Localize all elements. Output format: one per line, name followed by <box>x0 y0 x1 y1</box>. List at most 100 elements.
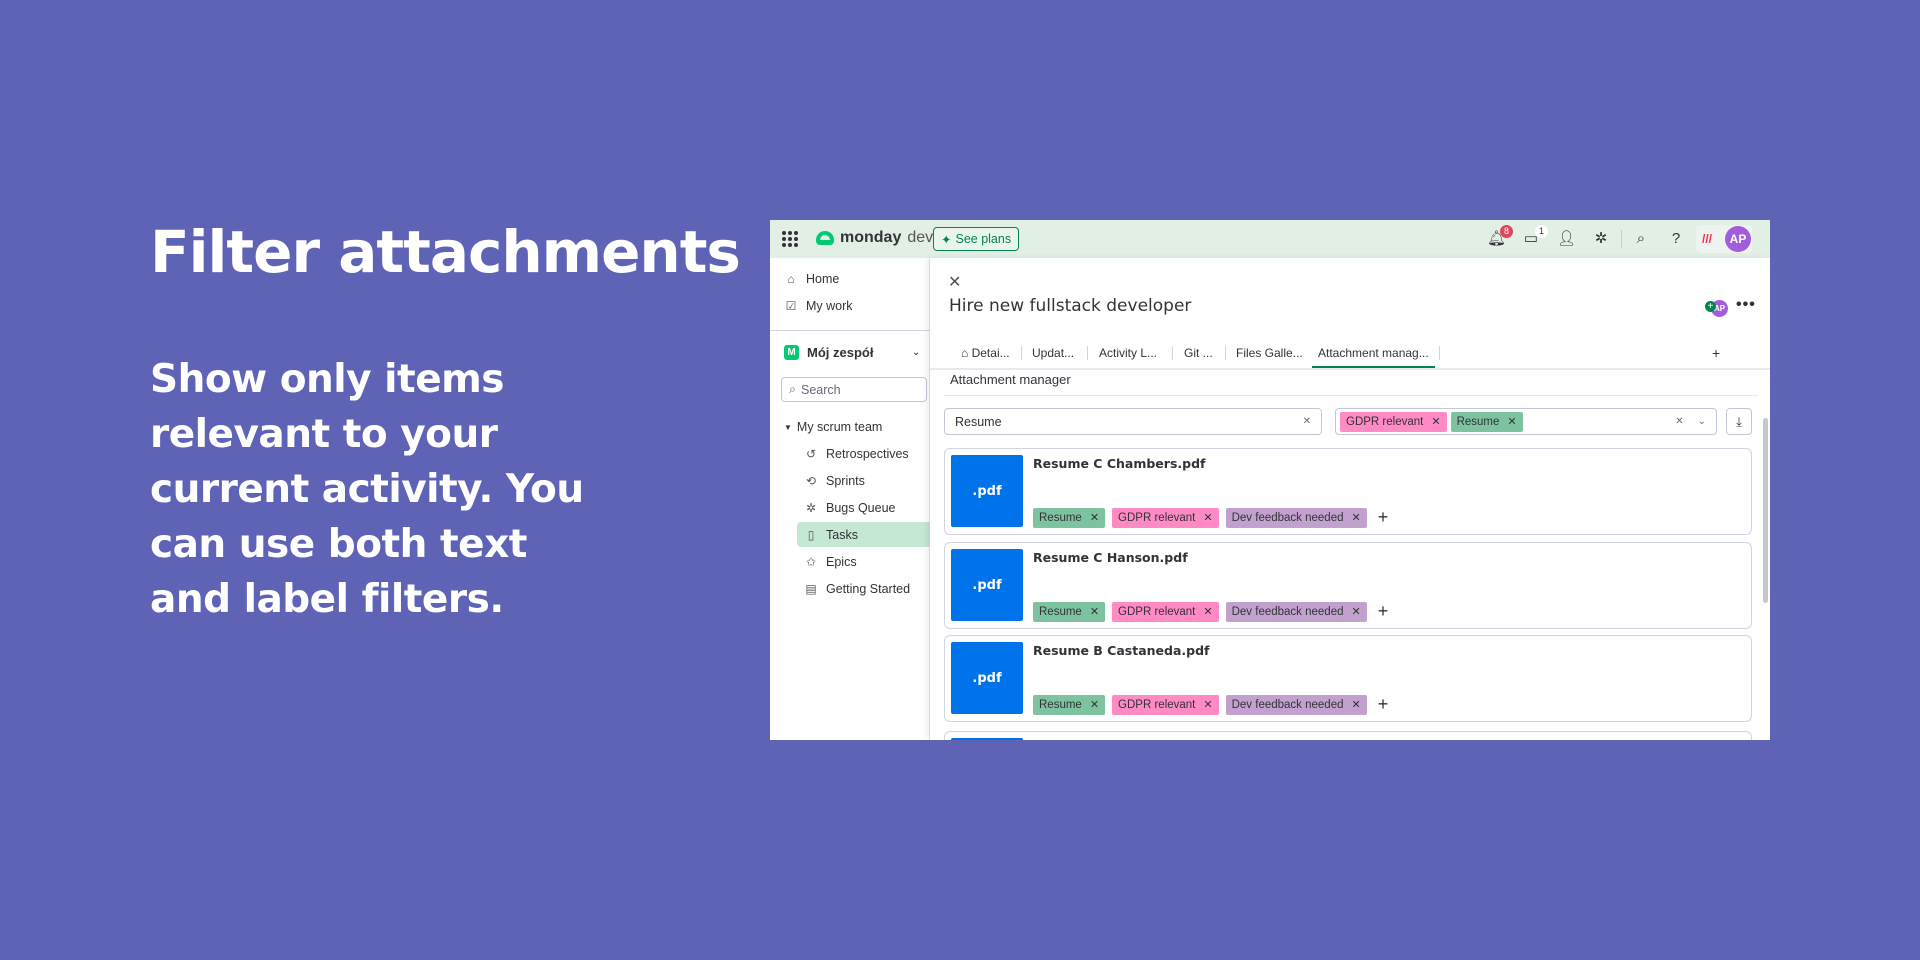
item-label: Retrospectives <box>826 447 909 461</box>
remove-icon[interactable]: ✕ <box>1352 698 1361 711</box>
tag-label: Dev feedback needed <box>1231 511 1344 524</box>
remove-icon[interactable]: ✕ <box>1431 415 1440 428</box>
workspace-selector[interactable]: M Mój zespół <box>784 345 873 360</box>
inbox-icon[interactable]: ▭ 1 <box>1522 225 1548 248</box>
file-thumbnail[interactable]: .pdf <box>951 549 1023 621</box>
add-tab-button[interactable]: + <box>1706 338 1726 368</box>
remove-icon[interactable]: ✕ <box>1203 511 1212 524</box>
home-label: Home <box>806 272 840 286</box>
download-button[interactable]: ⤓ <box>1726 408 1752 435</box>
divider <box>1225 346 1226 360</box>
search-icon: ⌕ <box>789 382 797 396</box>
chip-label: Resume <box>1456 415 1500 428</box>
hero-body: Show only items relevant to your current… <box>150 357 584 622</box>
doc-icon: ▤ <box>805 582 817 596</box>
file-tag[interactable]: Resume ✕ <box>1033 694 1106 715</box>
sidebar-home[interactable]: ⌂ Home <box>784 272 839 286</box>
file-tag[interactable]: GDPR relevant ✕ <box>1112 601 1219 622</box>
sidebar-item-tasks[interactable]: ▯ Tasks <box>804 528 858 542</box>
tab-activity-log[interactable]: Activity L... <box>1093 338 1163 368</box>
file-card[interactable]: .pdf Resume C Chambers.pdf Resume ✕ GDPR re… <box>944 448 1752 535</box>
remove-icon[interactable]: ✕ <box>1203 605 1212 618</box>
tab-updates[interactable]: Updat... <box>1026 338 1080 368</box>
file-card[interactable]: .pdf Resume B Castaneda.pdf Resume ✕ GDPR r… <box>944 635 1752 722</box>
remove-icon[interactable]: ✕ <box>1507 415 1516 428</box>
file-tag[interactable]: GDPR relevant ✕ <box>1112 507 1219 528</box>
tab-files-gallery[interactable]: Files Galle... <box>1230 338 1309 368</box>
add-tag-icon[interactable]: + <box>1378 694 1389 715</box>
file-name[interactable]: Resume C Hanson.pdf <box>1033 550 1188 565</box>
file-tag[interactable]: Resume ✕ <box>1033 507 1106 528</box>
caret-down-icon: ▼ <box>784 422 792 432</box>
tabs-divider <box>930 368 1770 370</box>
add-subscriber-icon[interactable]: + <box>1705 301 1716 312</box>
calendar-check-icon: ☑ <box>785 299 797 313</box>
folder-my-scrum-team[interactable]: ▼ My scrum team <box>784 420 882 434</box>
sidebar-item-bugs-queue[interactable]: ✲ Bugs Queue <box>804 501 896 515</box>
brand-suffix: dev <box>907 229 934 246</box>
see-plans-button[interactable]: ✦ See plans <box>933 227 1020 251</box>
label-filter-select[interactable]: GDPR relevant ✕ Resume ✕ ✕ ⌄ <box>1335 408 1717 435</box>
text-filter-input[interactable]: Resume ✕ <box>944 408 1322 435</box>
invite-user-icon[interactable]: 👤︎ <box>1557 230 1576 248</box>
remove-icon[interactable]: ✕ <box>1090 698 1099 711</box>
remove-icon[interactable]: ✕ <box>1352 605 1361 618</box>
remove-icon[interactable]: ✕ <box>1203 698 1212 711</box>
divider <box>1021 346 1022 360</box>
sidebar-search-input[interactable]: ⌕ Search <box>781 377 927 402</box>
sidebar-item-retrospectives[interactable]: ↺ Retrospectives <box>804 447 909 461</box>
logo[interactable]: monday dev <box>816 229 933 247</box>
remove-icon[interactable]: ✕ <box>1090 511 1099 524</box>
clear-icon[interactable]: ✕ <box>1303 416 1311 427</box>
search-placeholder: Search <box>801 382 841 397</box>
file-thumbnail[interactable]: .pdf <box>951 455 1023 527</box>
file-name[interactable]: Resume B Castaneda.pdf <box>1033 643 1209 658</box>
sidebar-item-epics[interactable]: ✩ Epics <box>804 555 857 569</box>
file-tag[interactable]: Dev feedback needed ✕ <box>1225 694 1367 715</box>
file-name[interactable]: Resume C Chambers.pdf <box>1033 456 1205 471</box>
tab-attachment-manager[interactable]: Attachment manag... <box>1312 338 1435 368</box>
tag-label: GDPR relevant <box>1118 698 1196 711</box>
sidebar-item-getting-started[interactable]: ▤ Getting Started <box>804 582 910 596</box>
file-card[interactable]: .pdf Resume C Hanson.pdf Resume ✕ GDPR rele… <box>944 542 1752 629</box>
scrollbar[interactable] <box>1763 418 1768 603</box>
apps-puzzle-icon[interactable]: ✲ <box>1592 230 1610 248</box>
tab-git[interactable]: Git ... <box>1178 338 1219 368</box>
bell-icon[interactable]: 🔔︎ 8 <box>1487 225 1513 248</box>
add-tag-icon[interactable]: + <box>1378 601 1389 622</box>
folder-label: My scrum team <box>796 420 883 434</box>
history-icon: ↺ <box>805 447 817 461</box>
tab-details[interactable]: ⌂ Detai... <box>955 338 1016 368</box>
workspace-name: Mój zespół <box>807 345 874 360</box>
file-card-partial[interactable] <box>944 731 1752 740</box>
sidebar-item-sprints[interactable]: ⟲ Sprints <box>804 474 865 488</box>
divider <box>1439 346 1440 360</box>
item-panel: ✕ Hire new fullstack developer AP + ••• … <box>930 258 1770 740</box>
section-heading: Attachment manager <box>950 372 1071 387</box>
chevron-down-icon[interactable]: ⌄ <box>912 347 920 358</box>
file-tags: Resume ✕ GDPR relevant ✕ Dev feedback needed… <box>1033 694 1388 715</box>
text-filter-value: Resume <box>955 414 1002 429</box>
remove-icon[interactable]: ✕ <box>1090 605 1099 618</box>
apps-grid-icon[interactable] <box>782 231 798 247</box>
file-thumbnail[interactable]: .pdf <box>951 642 1023 714</box>
filter-chip-gdpr[interactable]: GDPR relevant ✕ <box>1340 411 1447 432</box>
filter-chip-resume[interactable]: Resume ✕ <box>1450 411 1523 432</box>
help-icon[interactable]: ? <box>1667 230 1685 248</box>
file-tag[interactable]: Resume ✕ <box>1033 601 1106 622</box>
divider <box>1172 346 1173 360</box>
clear-all-icon[interactable]: ✕ <box>1675 416 1683 427</box>
remove-icon[interactable]: ✕ <box>1352 511 1361 524</box>
user-avatar[interactable]: AP <box>1725 226 1751 252</box>
divider <box>944 395 1758 396</box>
sidebar-my-work[interactable]: ☑ My work <box>784 299 853 313</box>
file-tag[interactable]: Dev feedback needed ✕ <box>1225 601 1367 622</box>
file-tag[interactable]: Dev feedback needed ✕ <box>1225 507 1367 528</box>
item-title: Hire new fullstack developer <box>949 296 1192 316</box>
add-tag-icon[interactable]: + <box>1378 507 1389 528</box>
close-icon[interactable]: ✕ <box>948 272 961 292</box>
search-icon[interactable]: ⌕ <box>1632 230 1650 248</box>
more-options-icon[interactable]: ••• <box>1736 296 1756 314</box>
file-tag[interactable]: GDPR relevant ✕ <box>1112 694 1219 715</box>
chevron-down-icon[interactable]: ⌄ <box>1698 416 1706 427</box>
